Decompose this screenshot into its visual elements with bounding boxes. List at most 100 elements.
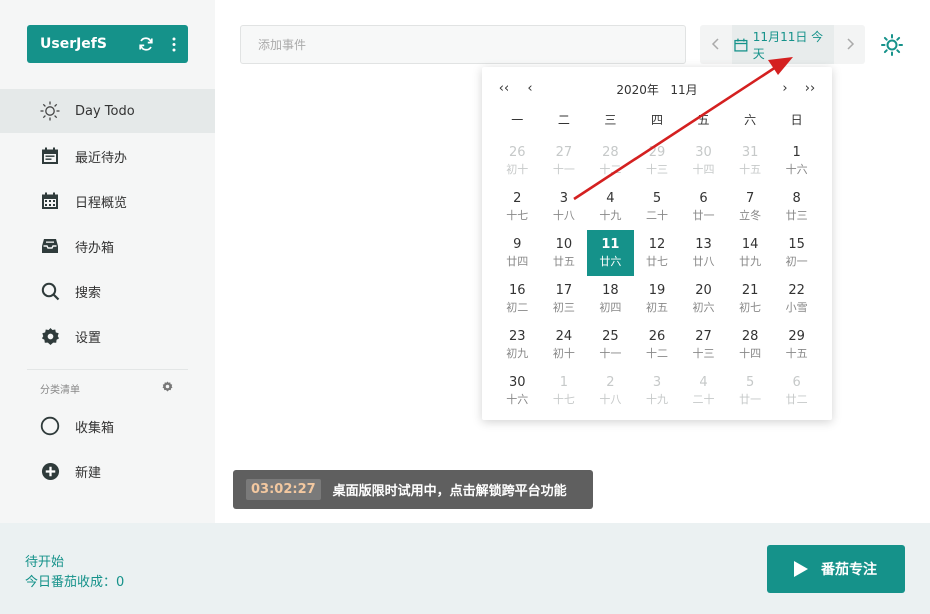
date-cell[interactable]: 1 十七 xyxy=(541,368,588,414)
date-navigator: 11月11日 今天 xyxy=(700,25,865,64)
date-cell[interactable]: 14 廿九 xyxy=(727,230,774,276)
nav-todo-box[interactable]: 待办箱 xyxy=(0,224,215,268)
nav-search[interactable]: 搜索 xyxy=(0,269,215,313)
calendar-icon xyxy=(40,146,60,166)
current-date-button[interactable]: 11月11日 今天 xyxy=(732,25,834,64)
prev-year-icon[interactable]: ‹‹ xyxy=(493,79,515,99)
week-row: 16 初二 17 初三 18 初四 19 初五 20 初六 21 初七 22 小雪 xyxy=(494,276,820,322)
date-cell[interactable]: 27 十三 xyxy=(680,322,727,368)
sidebar-divider xyxy=(27,369,188,370)
date-cell[interactable]: 4 十九 xyxy=(587,184,634,230)
date-cell[interactable]: 12 廿七 xyxy=(634,230,681,276)
date-number: 12 xyxy=(648,237,666,252)
date-number: 21 xyxy=(741,283,759,298)
lunar-date: 十三 xyxy=(692,347,715,360)
date-cell[interactable]: 22 小雪 xyxy=(773,276,820,322)
chevron-right-icon[interactable] xyxy=(843,36,857,52)
date-cell[interactable]: 3 十八 xyxy=(541,184,588,230)
add-event-input[interactable] xyxy=(240,25,686,64)
date-cell[interactable]: 21 初七 xyxy=(727,276,774,322)
next-month-icon[interactable]: › xyxy=(774,79,796,99)
date-number: 23 xyxy=(509,329,526,344)
lunar-date: 廿一 xyxy=(739,393,762,406)
date-cell[interactable]: 29 十三 xyxy=(634,138,681,184)
date-cell[interactable]: 20 初六 xyxy=(680,276,727,322)
focus-button[interactable]: 番茄专注 xyxy=(767,545,905,593)
date-cell[interactable]: 24 初十 xyxy=(541,322,588,368)
date-cell[interactable]: 8 廿三 xyxy=(773,184,820,230)
user-name: UserJefS xyxy=(40,36,107,52)
next-year-icon[interactable]: ›› xyxy=(799,79,821,99)
lunar-date: 十七 xyxy=(552,393,575,406)
lunar-date: 十八 xyxy=(599,393,622,406)
date-number: 14 xyxy=(741,237,759,252)
user-button[interactable]: UserJefS xyxy=(27,25,188,63)
date-cell[interactable]: 3 十九 xyxy=(634,368,681,414)
nav-label: 设置 xyxy=(75,330,102,346)
date-cell[interactable]: 13 廿八 xyxy=(680,230,727,276)
date-cell[interactable]: 19 初五 xyxy=(634,276,681,322)
nav-label: 最近待办 xyxy=(75,150,128,166)
more-icon[interactable] xyxy=(172,37,176,52)
date-cell[interactable]: 16 初二 xyxy=(494,276,541,322)
date-cell[interactable]: 29 十五 xyxy=(773,322,820,368)
month-label[interactable]: 11月 xyxy=(670,83,697,97)
date-cell-selected[interactable]: 11 廿六 xyxy=(587,230,634,276)
date-number: 1 xyxy=(792,145,801,160)
date-cell[interactable]: 28 十四 xyxy=(727,322,774,368)
lunar-date: 十七 xyxy=(506,209,529,222)
lunar-date: 二十 xyxy=(645,209,668,222)
date-number: 2 xyxy=(606,375,615,390)
list-inbox[interactable]: 收集箱 xyxy=(0,404,215,448)
date-cell[interactable]: 26 初十 xyxy=(494,138,541,184)
date-cell[interactable]: 7 立冬 xyxy=(727,184,774,230)
date-cell[interactable]: 5 廿一 xyxy=(727,368,774,414)
nav-schedule-overview[interactable]: 日程概览 xyxy=(0,179,215,223)
nav-settings[interactable]: 设置 xyxy=(0,314,215,358)
lunar-date: 十五 xyxy=(785,347,808,360)
year-label[interactable]: 2020年 xyxy=(616,83,659,97)
nav-recent-todo[interactable]: 最近待办 xyxy=(0,134,215,178)
date-number: 8 xyxy=(792,191,801,206)
date-cell[interactable]: 9 廿四 xyxy=(494,230,541,276)
lunar-date: 十二 xyxy=(599,163,622,176)
date-cell[interactable]: 15 初一 xyxy=(773,230,820,276)
list-settings-icon[interactable] xyxy=(162,381,173,392)
date-cell[interactable]: 2 十八 xyxy=(587,368,634,414)
date-cell[interactable]: 31 十五 xyxy=(727,138,774,184)
plus-circle-icon xyxy=(40,461,60,481)
date-number: 30 xyxy=(509,375,526,390)
date-cell[interactable]: 23 初九 xyxy=(494,322,541,368)
date-cell[interactable]: 27 十一 xyxy=(541,138,588,184)
brightness-icon[interactable] xyxy=(880,33,904,57)
date-cell[interactable]: 17 初三 xyxy=(541,276,588,322)
weekday-label: 二 xyxy=(557,113,570,127)
date-cell[interactable]: 6 廿一 xyxy=(680,184,727,230)
date-cell[interactable]: 18 初四 xyxy=(587,276,634,322)
date-cell[interactable]: 25 十一 xyxy=(587,322,634,368)
date-cell[interactable]: 10 廿五 xyxy=(541,230,588,276)
lunar-date: 廿四 xyxy=(506,255,529,268)
date-cell[interactable]: 5 二十 xyxy=(634,184,681,230)
date-cell[interactable]: 30 十四 xyxy=(680,138,727,184)
date-cell[interactable]: 6 廿二 xyxy=(773,368,820,414)
refresh-icon[interactable] xyxy=(138,36,154,52)
nav-day-todo[interactable]: Day Todo xyxy=(0,89,215,133)
chevron-left-icon[interactable] xyxy=(709,36,723,52)
date-cell[interactable]: 26 十二 xyxy=(634,322,681,368)
date-cell[interactable]: 28 十二 xyxy=(587,138,634,184)
date-cell[interactable]: 2 十七 xyxy=(494,184,541,230)
weekday-label: 一 xyxy=(511,113,524,127)
date-cell[interactable]: 4 二十 xyxy=(680,368,727,414)
prev-month-icon[interactable]: ‹ xyxy=(519,79,541,99)
week-row: 30 十六 1 十七 2 十八 3 十九 4 二十 5 廿一 6 廿二 xyxy=(494,368,820,414)
date-cell[interactable]: 1 十六 xyxy=(773,138,820,184)
date-number: 10 xyxy=(555,237,573,252)
date-number: 16 xyxy=(509,283,526,298)
trial-banner[interactable]: 03:02:27 桌面版限时试用中，点击解锁跨平台功能 xyxy=(233,470,593,509)
weekday-label: 三 xyxy=(604,113,617,127)
week-row: 2 十七 3 十八 4 十九 5 二十 6 廿一 7 立冬 8 廿三 xyxy=(494,184,820,230)
list-new[interactable]: 新建 xyxy=(0,449,215,493)
lunar-date: 十二 xyxy=(645,347,668,360)
date-cell[interactable]: 30 十六 xyxy=(494,368,541,414)
